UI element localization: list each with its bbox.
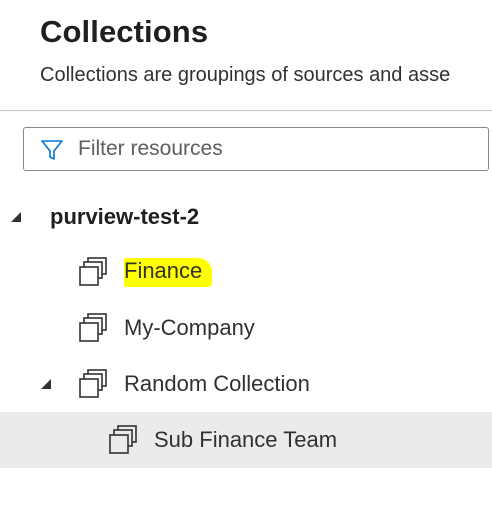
tree-item-label: My-Company	[124, 315, 255, 340]
page-subtitle: Collections are groupings of sources and…	[40, 64, 451, 86]
collection-icon	[109, 425, 137, 454]
filter-box[interactable]	[23, 127, 489, 171]
tree-root-label: purview-test-2	[50, 204, 200, 229]
tree-item-label: Random Collection	[124, 371, 310, 396]
tree-row-finance[interactable]: Finance	[0, 244, 492, 300]
tree-item-label: Finance	[124, 258, 213, 287]
tree-row-sub-finance-team[interactable]: Sub Finance Team	[0, 412, 492, 468]
collapse-caret-icon[interactable]	[9, 210, 23, 224]
tree-row-root[interactable]: purview-test-2	[0, 190, 492, 246]
tree-row-random-collection[interactable]: Random Collection	[0, 356, 492, 412]
collection-icon	[79, 369, 107, 398]
filter-icon	[41, 140, 63, 160]
collection-icon	[79, 313, 107, 342]
highlight-mark: Finance	[124, 258, 213, 287]
tree-row-my-company[interactable]: My-Company	[0, 300, 492, 356]
header-divider	[0, 110, 492, 111]
filter-resources-input[interactable]	[78, 134, 478, 164]
collapse-caret-icon[interactable]	[39, 377, 53, 391]
tree-item-label: Sub Finance Team	[154, 427, 338, 452]
collection-icon	[79, 257, 107, 286]
page-title: Collections	[40, 14, 209, 49]
